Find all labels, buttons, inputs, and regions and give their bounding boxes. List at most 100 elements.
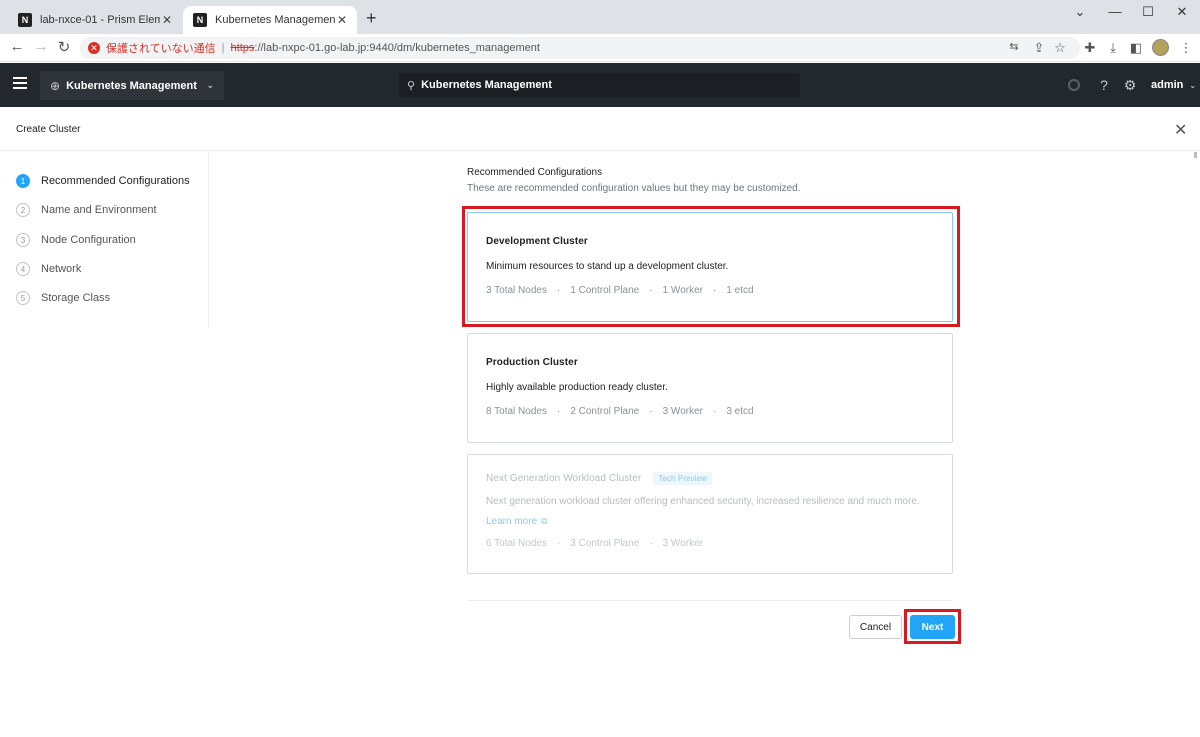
- modal-title: Create Cluster: [16, 124, 81, 135]
- section-subtitle: These are recommended configuration valu…: [467, 183, 801, 194]
- section-title: Recommended Configurations: [467, 167, 603, 178]
- wizard-step-name-and-environment[interactable]: 2 Name and Environment: [16, 203, 157, 217]
- close-window-icon[interactable]: ✕: [1170, 4, 1194, 20]
- browser-tab-kubernetes-management[interactable]: N Kubernetes Management - Nuta ✕: [183, 6, 357, 34]
- tech-preview-badge: Tech Preview: [653, 472, 713, 485]
- step-number: 2: [16, 203, 30, 217]
- task-status-icon[interactable]: [1068, 79, 1080, 91]
- forward-arrow-icon[interactable]: →: [31, 38, 51, 55]
- wizard-step-storage-class[interactable]: 5 Storage Class: [16, 291, 110, 305]
- step-label: Storage Class: [41, 292, 111, 304]
- card-description: Highly available production ready cluste…: [486, 382, 668, 393]
- wizard-step-network[interactable]: 4 Network: [16, 262, 81, 276]
- translate-icon[interactable]: ⇆: [1005, 40, 1023, 53]
- not-secure-label: 保護されていない通信: [106, 43, 216, 55]
- spec-worker: 3 Worker: [662, 538, 703, 549]
- tab-title: lab-nxce-01 - Prism Element: [40, 14, 160, 26]
- user-menu[interactable]: admin ⌄: [1151, 79, 1196, 91]
- app-header: ⊕ Kubernetes Management ⌄ ⚲ Kubernetes M…: [0, 63, 1200, 107]
- nutanix-favicon-icon: N: [193, 13, 207, 27]
- step-number: 1: [16, 174, 30, 188]
- card-specs: 6 Total Nodes · 3 Control Plane · 3 Worker: [486, 538, 703, 549]
- not-secure-icon: ✕: [88, 42, 100, 54]
- tab-title: Kubernetes Management - Nuta: [215, 14, 335, 26]
- scrollbar[interactable]: [1194, 152, 1197, 158]
- browser-tab-prism-element[interactable]: N lab-nxce-01 - Prism Element ✕: [8, 6, 182, 34]
- extensions-puzzle-icon[interactable]: ✚: [1081, 40, 1099, 56]
- next-generation-cluster-card: Next Generation Workload Cluster Tech Pre…: [467, 454, 953, 574]
- card-specs: 8 Total Nodes · 2 Control Plane · 3 Worker…: [486, 406, 754, 417]
- step-label: Recommended Configurations: [41, 175, 190, 187]
- address-separator: |: [221, 42, 225, 54]
- side-panel-icon[interactable]: ◧: [1127, 40, 1145, 56]
- development-cluster-card[interactable]: Development Cluster Minimum resources to…: [467, 212, 953, 322]
- address-bar[interactable]: ✕ 保護されていない通信 | https ://lab-nxpc-01.go-l…: [80, 37, 1080, 59]
- external-link-icon: ⧉: [541, 516, 548, 526]
- step-number: 5: [16, 291, 30, 305]
- wizard-step-node-configuration[interactable]: 3 Node Configuration: [16, 233, 136, 247]
- browser-toolbar: ← → ↻ ✕ 保護されていない通信 | https ://lab-nxpc-0…: [0, 34, 1200, 62]
- step-label: Name and Environment: [41, 204, 157, 216]
- wizard-step-list: 1 Recommended Configurations 2 Name and …: [0, 152, 209, 327]
- app-switcher-dropdown[interactable]: ⊕ Kubernetes Management ⌄: [40, 71, 224, 100]
- global-search-input[interactable]: ⚲ Kubernetes Management: [399, 73, 800, 97]
- back-arrow-icon[interactable]: ←: [7, 38, 27, 55]
- app-switcher-label: Kubernetes Management: [66, 79, 197, 92]
- bookmark-star-icon[interactable]: ☆: [1051, 40, 1069, 56]
- spec-etcd: 1 etcd: [726, 285, 754, 296]
- maximize-window-icon[interactable]: ☐: [1136, 4, 1160, 20]
- card-title-row: Next Generation Workload Cluster Tech Pre…: [486, 472, 713, 485]
- card-specs: 3 Total Nodes · 1 Control Plane · 1 Worker…: [486, 285, 754, 296]
- card-title: Development Cluster: [486, 236, 588, 247]
- footer-divider: [467, 600, 953, 601]
- wizard-step-recommended-configurations[interactable]: 1 Recommended Configurations: [16, 174, 190, 188]
- close-tab-icon[interactable]: ✕: [335, 13, 349, 27]
- spec-total-nodes: 8 Total Nodes: [486, 406, 547, 417]
- card-description: Next generation workload cluster offerin…: [486, 496, 920, 507]
- browser-tab-strip: N lab-nxce-01 - Prism Element ✕ N Kubern…: [0, 0, 1200, 34]
- help-icon[interactable]: ?: [1096, 77, 1112, 93]
- close-icon[interactable]: ✕: [1174, 120, 1187, 140]
- learn-more-label: Learn more: [486, 516, 538, 527]
- step-number: 4: [16, 262, 30, 276]
- step-number: 3: [16, 233, 30, 247]
- card-description: Minimum resources to stand up a developm…: [486, 261, 729, 272]
- spec-worker: 3 Worker: [662, 406, 703, 417]
- spec-control-plane: 3 Control Plane: [570, 538, 640, 549]
- user-name: admin: [1151, 79, 1184, 91]
- browser-menu-icon[interactable]: ⋮: [1177, 40, 1195, 56]
- minimize-window-icon[interactable]: —: [1103, 4, 1127, 19]
- new-tab-icon[interactable]: +: [366, 8, 377, 29]
- url-path: ://lab-nxpc-01.go-lab.jp:9440/dm/kuberne…: [254, 42, 540, 54]
- share-icon[interactable]: ⇪: [1030, 40, 1048, 56]
- search-value: Kubernetes Management: [421, 79, 552, 91]
- tab-search-chevron-icon[interactable]: ⌄: [1068, 4, 1092, 20]
- step-label: Network: [41, 263, 82, 275]
- modal-header: Create Cluster ✕: [0, 107, 1200, 151]
- next-button[interactable]: Next: [910, 615, 955, 639]
- globe-icon: ⊕: [50, 78, 61, 93]
- url-scheme: https: [230, 42, 255, 54]
- chevron-down-icon: ⌄: [1189, 81, 1197, 90]
- learn-more-link[interactable]: Learn more ⧉: [486, 516, 548, 527]
- reload-icon[interactable]: ↻: [54, 38, 74, 56]
- spec-total-nodes: 3 Total Nodes: [486, 285, 547, 296]
- search-icon: ⚲: [407, 79, 416, 92]
- hamburger-menu-icon[interactable]: [13, 77, 27, 91]
- spec-control-plane: 2 Control Plane: [570, 406, 640, 417]
- card-title: Next Generation Workload Cluster: [486, 473, 642, 484]
- chevron-down-icon: ⌄: [206, 80, 214, 90]
- spec-etcd: 3 etcd: [726, 406, 754, 417]
- step-label: Node Configuration: [41, 234, 136, 246]
- cancel-button[interactable]: Cancel: [849, 615, 902, 639]
- profile-avatar[interactable]: [1152, 39, 1169, 56]
- close-tab-icon[interactable]: ✕: [160, 13, 174, 27]
- card-title: Production Cluster: [486, 357, 578, 368]
- production-cluster-card[interactable]: Production Cluster Highly available prod…: [467, 333, 953, 443]
- download-icon[interactable]: ⤓: [1104, 40, 1122, 56]
- spec-total-nodes: 6 Total Nodes: [486, 538, 547, 549]
- nutanix-favicon-icon: N: [18, 13, 32, 27]
- spec-worker: 1 Worker: [662, 285, 703, 296]
- gear-icon[interactable]: ⚙: [1122, 77, 1138, 94]
- spec-control-plane: 1 Control Plane: [570, 285, 640, 296]
